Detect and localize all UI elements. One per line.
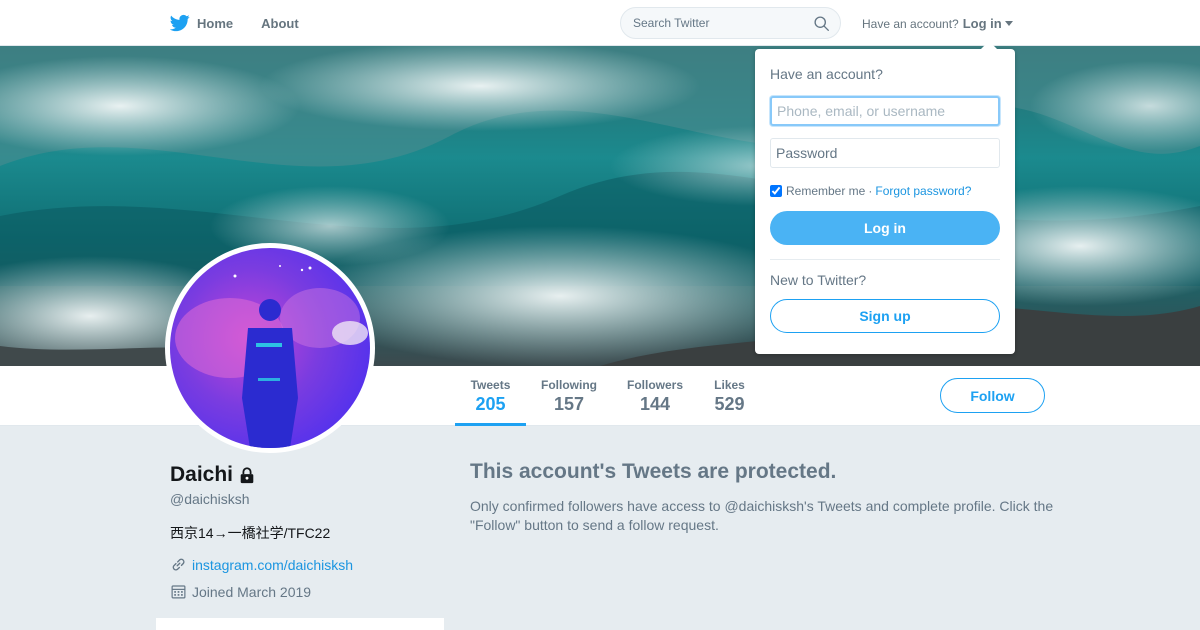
stat-following[interactable]: Following 157	[536, 366, 602, 426]
username-field[interactable]	[770, 96, 1000, 126]
search-placeholder: Search Twitter	[633, 16, 710, 30]
stat-likes[interactable]: Likes 529	[709, 366, 750, 426]
link-icon	[172, 558, 185, 571]
remember-label: Remember me	[786, 184, 866, 198]
protected-title: This account's Tweets are protected.	[470, 460, 837, 483]
profile-joined-row: Joined March 2019	[170, 583, 311, 600]
stat-tweets-label: Tweets	[470, 378, 511, 392]
profile-avatar[interactable]	[165, 243, 375, 453]
new-to-twitter-label: New to Twitter?	[770, 272, 867, 288]
stat-following-label: Following	[541, 378, 597, 392]
account-prompt: Have an account? Log in	[862, 16, 1013, 31]
login-dropdown-title: Have an account?	[770, 66, 883, 82]
stat-following-value: 157	[553, 394, 585, 414]
have-account-text: Have an account?	[862, 16, 959, 31]
remember-row: Remember me · Forgot password?	[770, 184, 1000, 198]
stat-tweets[interactable]: Tweets 205	[455, 366, 526, 426]
protected-description: Only confirmed followers have access to …	[470, 498, 1054, 533]
profile-name: Daichi	[170, 463, 256, 487]
stat-followers-label: Followers	[626, 378, 683, 392]
nav-links: Home About	[170, 0, 327, 46]
profile-joined-text: Joined March 2019	[192, 583, 312, 600]
follow-button[interactable]: Follow	[940, 378, 1045, 413]
stat-likes-label: Likes	[714, 378, 745, 392]
password-field[interactable]	[770, 138, 1000, 168]
login-dropdown-toggle[interactable]: Log in	[963, 16, 1013, 31]
remember-separator: ·	[868, 184, 873, 198]
nav-home[interactable]: Home	[170, 13, 233, 33]
profile-handle: @daichisksh	[170, 491, 250, 507]
profile-name-text: Daichi	[170, 463, 234, 486]
search-input[interactable]: Search Twitter	[620, 7, 841, 39]
profile-url-link[interactable]: instagram.com/daichisksh	[192, 557, 353, 573]
signup-button[interactable]: Sign up	[770, 299, 1000, 333]
stat-followers[interactable]: Followers 144	[622, 366, 688, 426]
caret-down-icon	[1004, 21, 1013, 26]
search-icon[interactable]	[813, 15, 830, 32]
login-button[interactable]: Log in	[770, 211, 1000, 245]
twitter-bird-icon	[170, 14, 190, 32]
login-dropdown: Have an account? Remember me · Forgot pa…	[755, 41, 1015, 354]
top-navigation: Home About Search Twitter Have an accoun…	[0, 0, 1200, 46]
stat-tweets-value: 205	[475, 394, 506, 414]
avatar-image	[170, 248, 370, 448]
sidebar-card	[156, 618, 444, 630]
calendar-icon	[171, 585, 186, 599]
stat-followers-value: 144	[639, 394, 671, 414]
dropdown-divider	[770, 259, 1000, 260]
remember-checkbox[interactable]	[770, 185, 782, 197]
nav-about[interactable]: About	[261, 16, 299, 31]
profile-bio: 西京14→一橋社学/TFC22	[170, 525, 331, 541]
login-link-label: Log in	[962, 16, 1002, 31]
nav-about-label: About	[261, 15, 299, 31]
nav-home-label: Home	[197, 15, 234, 31]
lock-icon	[240, 467, 254, 484]
forgot-password-link[interactable]: Forgot password?	[875, 184, 971, 198]
profile-url-row: instagram.com/daichisksh	[170, 556, 353, 573]
stat-likes-value: 529	[714, 394, 745, 414]
